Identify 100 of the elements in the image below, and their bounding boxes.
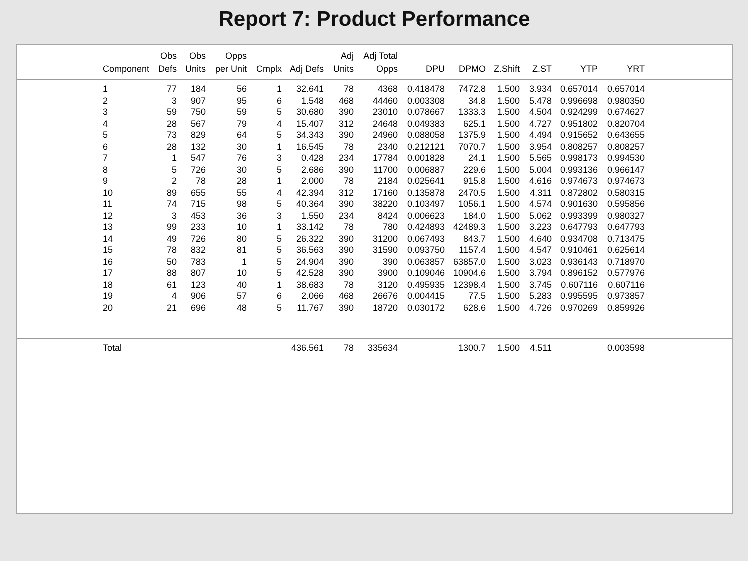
table-cell-text: 24.904 [295,256,324,268]
table-cell-text: 0.067493 [406,234,445,245]
table-cell-text: 4.504 [528,107,552,118]
table-cell-text: 0.980327 [606,210,645,222]
column-header: DPMO [459,63,486,76]
table-cell-text: 4.727 [528,118,552,130]
table-cell-text: 48 [236,302,247,314]
table-cell-text: 234 [338,153,354,164]
table-cell-text: 78 [342,280,354,291]
table-cell-text: 0.607116 [607,280,645,291]
table-cell-text: 1.500 [496,210,520,222]
table-cell-text: 28 [166,118,177,130]
table-cell-text: 4 [170,291,177,302]
table-cell-text: 2.000 [300,176,324,188]
column-header: Units [185,63,206,76]
column-header: Adj [340,50,354,63]
column-header: Adj Defs [290,63,324,76]
table-cell-text: 0.808257 [559,142,598,153]
table-cell-text: 3.954 [528,142,552,153]
table-cell-text: 5 [276,256,282,268]
table-cell-text: 1.500 [496,118,520,130]
table-cell-text: 655 [190,188,206,199]
table-cell-text: 5 [276,164,282,176]
table-cell-text: 5 [170,164,177,176]
table-cell-text: 625.1 [462,118,486,130]
table-cell-text: 3.023 [528,256,552,268]
table-cell-text: 30.680 [295,107,324,118]
table-cell-text: 0.974673 [606,176,645,188]
table-cell-text: 0.993136 [559,164,598,176]
table-cell-text: 0.003598 [606,343,645,354]
table-cell-text: 1.500 [496,222,520,234]
table-cell-text: 49 [166,234,177,245]
table-cell-text: 184 [190,84,206,96]
table-cell-text: 4368 [376,84,398,96]
table-cell-text: 0.657014 [606,84,645,96]
table-cell-text: 55 [236,188,247,199]
table-cell-text: 0.495935 [406,280,445,291]
table-cell-text: 547 [190,153,206,164]
table-cell-text: 8424 [376,210,398,222]
table-cell-text: 1.500 [496,176,520,188]
table-cell-text: 5 [276,130,282,142]
report-title: Report 7: Product Performance [218,7,532,33]
table-cell-text: 24960 [372,130,398,142]
table-cell-text: 0.647793 [559,222,598,234]
table-cell-text: 1 [276,84,282,96]
table-cell-text: 1.500 [496,188,520,199]
table-cell-text: 30 [236,164,247,176]
column-header: Defs [158,63,177,76]
table-cell-text: 5.062 [528,210,552,222]
column-header: Opps [225,50,247,63]
table-cell-text: 6 [103,142,110,153]
table-cell-text: 99 [166,222,177,234]
table-cell-text: 915.8 [462,176,486,188]
table-cell-text: 3.223 [528,222,552,234]
table-cell-text: 8 [103,164,110,176]
table-cell-text: 5 [276,302,282,314]
table-cell-text: 3120 [376,280,398,291]
table-cell-text: 73 [166,130,177,142]
table-cell-text: 1 [103,84,110,96]
table-cell-text: 0.595856 [606,199,645,210]
table-cell-text: 80 [236,234,247,245]
table-cell-text: 10 [236,222,247,234]
table-cell-text: 0.993399 [559,210,598,222]
table-cell-text: 715 [190,199,206,210]
table-cell-text: 0.915652 [559,130,598,142]
table-cell-text: 11 [103,199,114,210]
table-cell-text: 0.049383 [406,118,445,130]
table-cell-text: 843.7 [462,234,486,245]
table-cell-text: 783 [190,256,206,268]
table-cell-text: 2 [170,176,177,188]
table-cell-text: 4.726 [528,302,552,314]
table-cell-text: 1.500 [496,302,520,314]
table-cell-text: 696 [190,302,206,314]
table-cell-text: 13 [103,222,114,234]
table-cell-text: 31590 [372,245,398,256]
table-cell-text: 1.500 [496,164,520,176]
table-cell-text: 0.713475 [606,234,645,245]
table-cell-text: 3 [276,210,282,222]
column-header: Z.ST [532,63,552,76]
table-cell-text: 78 [342,142,354,153]
table-cell-text: 1 [276,280,282,291]
table-cell-text: 0.859926 [606,302,645,314]
table-cell-text: 832 [190,245,206,256]
table-cell-text: 3 [276,153,282,164]
table-cell-text: 24648 [372,118,398,130]
table-cell-text: 12398.4 [452,280,486,291]
column-header: Obs [160,50,177,63]
table-cell-text: 7070.7 [457,142,486,153]
table-cell-text: 3900 [376,268,398,280]
table-cell-text: 78 [342,343,354,354]
table-cell-text: 6 [276,96,282,107]
table-cell-text: 28 [166,142,177,153]
table-cell-text: 2470.5 [457,188,486,199]
table-cell-text: 3 [170,96,177,107]
table-cell-text: 38220 [372,199,398,210]
table-cell-text: 4 [103,118,110,130]
table-cell-text: 10904.6 [452,268,486,280]
table-cell-text: 453 [190,210,206,222]
table-cell-text: 0.934708 [559,234,598,245]
table-cell-text: 2340 [376,142,398,153]
